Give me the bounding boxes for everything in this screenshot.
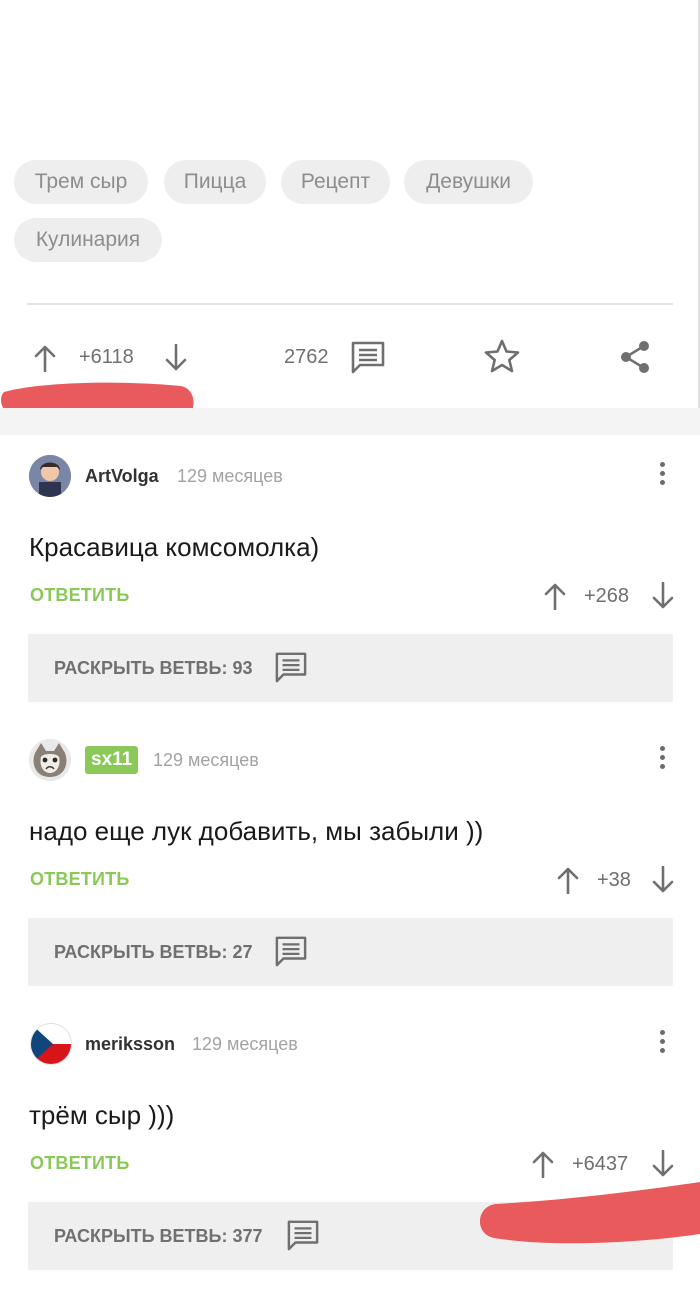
reply-button[interactable]: ОТВЕТИТЬ bbox=[30, 585, 129, 606]
comment-time: 129 месяцев bbox=[192, 1034, 298, 1054]
more-vertical-icon[interactable] bbox=[660, 1030, 668, 1057]
star-icon[interactable] bbox=[483, 338, 521, 374]
section-gap bbox=[0, 408, 700, 435]
comment-rating: +268 bbox=[584, 585, 630, 607]
username[interactable]: ArtVolga bbox=[85, 466, 159, 487]
more-vertical-icon[interactable] bbox=[660, 746, 668, 773]
avatar[interactable] bbox=[29, 455, 71, 497]
post-rating: +6118 bbox=[79, 346, 134, 368]
expand-branch-label: РАСКРЫТЬ ВЕТВЬ: 93 bbox=[54, 658, 253, 678]
arrow-down-icon[interactable] bbox=[165, 344, 187, 372]
arrow-up-icon[interactable] bbox=[557, 866, 579, 894]
arrow-down-icon[interactable] bbox=[652, 866, 674, 894]
expand-branch-button[interactable]: РАСКРЫТЬ ВЕТВЬ: 93 bbox=[28, 634, 673, 702]
tag-chip[interactable]: Трем сыр bbox=[14, 160, 148, 204]
avatar[interactable] bbox=[29, 739, 71, 781]
comment-text: Красавица комсомолка) bbox=[29, 532, 320, 562]
redaction-mark bbox=[479, 1182, 700, 1244]
comment-icon bbox=[275, 652, 307, 683]
comment-time: 129 месяцев bbox=[153, 750, 259, 770]
comment-icon bbox=[287, 1220, 319, 1251]
arrow-up-icon[interactable] bbox=[532, 1150, 554, 1178]
comment: sx11 129 месяцев надо еще лук добавить, … bbox=[0, 719, 700, 1003]
arrow-up-icon[interactable] bbox=[34, 344, 56, 372]
avatar[interactable] bbox=[30, 1023, 72, 1065]
comment-rating: +38 bbox=[597, 869, 631, 891]
arrow-up-icon[interactable] bbox=[544, 582, 566, 610]
tag-chip[interactable]: Кулинария bbox=[14, 218, 162, 262]
share-icon[interactable] bbox=[617, 338, 653, 376]
username[interactable]: sx11 bbox=[85, 746, 139, 774]
more-vertical-icon[interactable] bbox=[660, 462, 668, 489]
reply-button[interactable]: ОТВЕТИТЬ bbox=[30, 1153, 129, 1174]
tag-chip[interactable]: Девушки bbox=[404, 160, 533, 204]
comment-time: 129 месяцев bbox=[177, 466, 283, 486]
username[interactable]: meriksson bbox=[85, 1034, 175, 1055]
tag-chip[interactable]: Пицца bbox=[164, 160, 266, 204]
expand-branch-button[interactable]: РАСКРЫТЬ ВЕТВЬ: 27 bbox=[28, 918, 673, 986]
tag-chip[interactable]: Рецепт bbox=[281, 160, 390, 204]
comment-text: трём сыр ))) bbox=[29, 1100, 175, 1130]
comment-text: надо еще лук добавить, мы забыли )) bbox=[29, 816, 484, 846]
comment-icon[interactable] bbox=[350, 340, 386, 374]
comment-rating: +6437 bbox=[572, 1153, 629, 1175]
post-divider bbox=[27, 303, 673, 305]
comment: ArtVolga 129 месяцев Красавица комсомолк… bbox=[0, 435, 700, 719]
expand-branch-label: РАСКРЫТЬ ВЕТВЬ: 27 bbox=[54, 942, 253, 962]
reply-button[interactable]: ОТВЕТИТЬ bbox=[30, 869, 129, 890]
arrow-down-icon[interactable] bbox=[652, 582, 674, 610]
expand-branch-label: РАСКРЫТЬ ВЕТВЬ: 377 bbox=[54, 1226, 263, 1246]
post-card: Трем сыр Пицца Рецепт Девушки Кулинария … bbox=[0, 0, 700, 408]
post-comments-count[interactable]: 2762 bbox=[284, 346, 329, 369]
arrow-down-icon[interactable] bbox=[652, 1150, 674, 1178]
comment-icon bbox=[275, 936, 307, 967]
